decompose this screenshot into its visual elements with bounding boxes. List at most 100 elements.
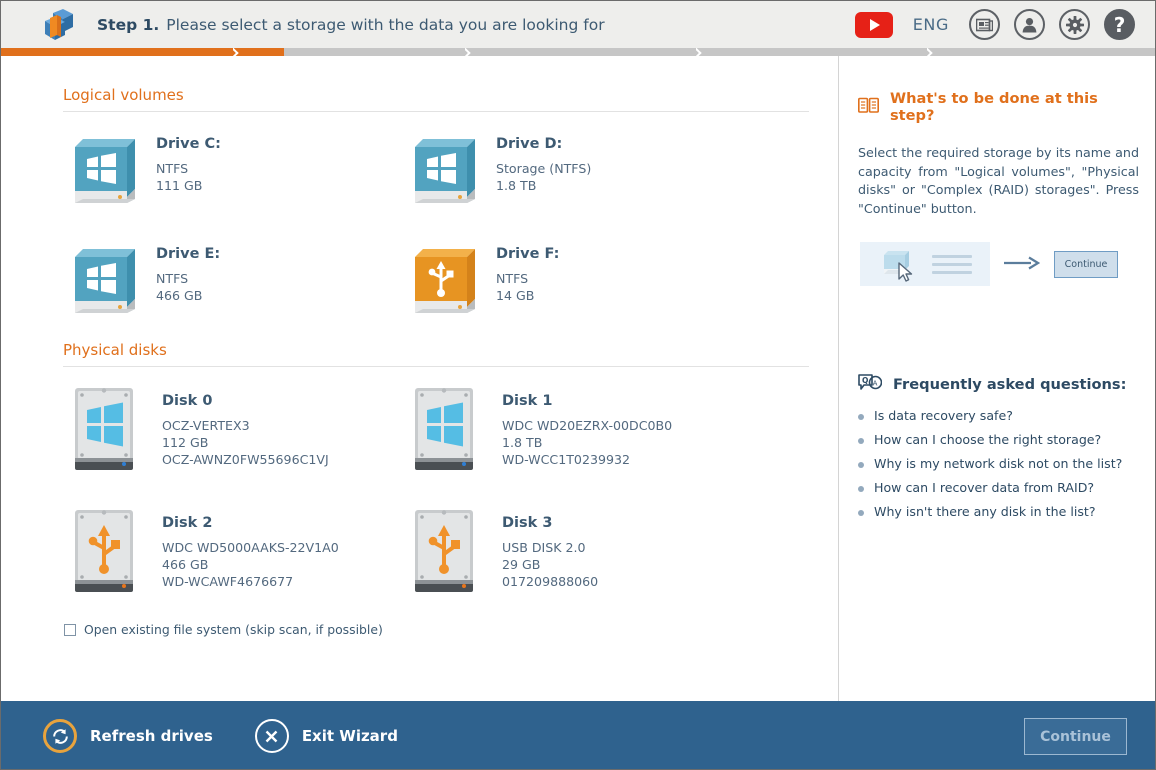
language-selector[interactable]: ENG bbox=[907, 15, 955, 34]
volume-windows-icon bbox=[67, 239, 139, 321]
disk-serial: OCZ-AWNZ0FW55696C1VJ bbox=[162, 451, 329, 468]
disk-text: Disk 2 WDC WD5000AAKS-22V1A0 466 GB WD-W… bbox=[162, 506, 339, 590]
volume-item-drive-c[interactable]: Drive C: NTFS 111 GB bbox=[63, 126, 403, 224]
disk-windows-icon bbox=[67, 384, 145, 478]
step-number: Step 1. bbox=[97, 16, 159, 34]
progress-step-divider bbox=[927, 48, 935, 56]
faq-list: Is data recovery safe? How can I choose … bbox=[858, 408, 1139, 519]
app-logo-blocks-icon bbox=[39, 5, 79, 45]
faq-item[interactable]: Why is my network disk not on the list? bbox=[858, 456, 1139, 471]
disk-item-disk-3[interactable]: Disk 3 USB DISK 2.0 29 GB 017209888060 bbox=[403, 503, 743, 613]
wizard-progress-bar bbox=[1, 48, 1156, 56]
storage-list-pane: Logical volumes bbox=[1, 56, 839, 701]
speech-bubble-qa-icon: Q A bbox=[858, 374, 882, 395]
disk-item-disk-0[interactable]: Disk 0 OCZ-VERTEX3 112 GB OCZ-AWNZ0FW556… bbox=[63, 381, 403, 491]
faq-link[interactable]: How can I choose the right storage? bbox=[874, 432, 1101, 447]
faq-item[interactable]: Is data recovery safe? bbox=[858, 408, 1139, 423]
open-book-icon bbox=[858, 97, 879, 118]
volume-text: Drive E: NTFS 466 GB bbox=[156, 239, 220, 304]
volume-text: Drive F: NTFS 14 GB bbox=[496, 239, 559, 304]
volume-item-drive-f[interactable]: Drive F: NTFS 14 GB bbox=[403, 236, 743, 334]
question-mark-icon[interactable]: ? bbox=[1104, 9, 1135, 40]
disk-windows-icon bbox=[407, 384, 485, 478]
faq-link[interactable]: Is data recovery safe? bbox=[874, 408, 1013, 423]
disk-size: 1.8 TB bbox=[502, 434, 672, 451]
user-person-icon[interactable] bbox=[1014, 9, 1045, 40]
faq-title: Frequently asked questions: bbox=[893, 376, 1126, 393]
help-glyph: ? bbox=[1114, 15, 1126, 35]
volume-fs: Storage (NTFS) bbox=[496, 160, 591, 177]
faq-item[interactable]: How can I recover data from RAID? bbox=[858, 480, 1139, 495]
mouse-cursor-icon bbox=[898, 262, 914, 286]
header-actions: ENG bbox=[855, 9, 1135, 40]
bullet-dot-icon bbox=[858, 438, 864, 444]
disk-model: USB DISK 2.0 bbox=[502, 539, 598, 556]
disk-name: Disk 1 bbox=[502, 393, 672, 409]
exit-wizard-button[interactable]: Exit Wizard bbox=[255, 719, 398, 753]
volume-windows-icon bbox=[407, 129, 479, 211]
volume-size: 1.8 TB bbox=[496, 177, 591, 194]
logical-volumes-grid: Drive C: NTFS 111 GB bbox=[63, 126, 809, 346]
bullet-dot-icon bbox=[858, 462, 864, 468]
news-card-icon[interactable] bbox=[969, 9, 1000, 40]
section-logical-volumes: Logical volumes bbox=[63, 86, 809, 346]
disk-model: OCZ-VERTEX3 bbox=[162, 417, 329, 434]
progress-step-divider bbox=[696, 48, 704, 56]
faq-item[interactable]: Why isn't there any disk in the list? bbox=[858, 504, 1139, 519]
volume-windows-icon bbox=[67, 129, 139, 211]
refresh-drives-button[interactable]: Refresh drives bbox=[43, 719, 213, 753]
faq-section-header: Q A Frequently asked questions: bbox=[858, 374, 1139, 395]
illustration-list-lines bbox=[932, 255, 972, 279]
continue-button[interactable]: Continue bbox=[1024, 718, 1127, 755]
help-section-header: What's to be done at this step? bbox=[858, 90, 1139, 124]
disk-text: Disk 3 USB DISK 2.0 29 GB 017209888060 bbox=[502, 506, 598, 590]
disk-text: Disk 0 OCZ-VERTEX3 112 GB OCZ-AWNZ0FW556… bbox=[162, 384, 329, 468]
disk-size: 466 GB bbox=[162, 556, 339, 573]
disk-serial: WD-WCC1T0239932 bbox=[502, 451, 672, 468]
open-existing-fs-label: Open existing file system (skip scan, if… bbox=[84, 622, 383, 637]
volume-fs: NTFS bbox=[496, 270, 559, 287]
volume-size: 14 GB bbox=[496, 287, 559, 304]
section-title-logical-volumes: Logical volumes bbox=[63, 86, 809, 112]
volume-fs: NTFS bbox=[156, 160, 221, 177]
physical-disks-grid: Disk 0 OCZ-VERTEX3 112 GB OCZ-AWNZ0FW556… bbox=[63, 381, 809, 625]
disk-item-disk-1[interactable]: Disk 1 WDC WD20EZRX-00DC0B0 1.8 TB WD-WC… bbox=[403, 381, 743, 491]
disk-name: Disk 0 bbox=[162, 393, 329, 409]
faq-item[interactable]: How can I choose the right storage? bbox=[858, 432, 1139, 447]
section-title-physical-disks: Physical disks bbox=[63, 341, 809, 367]
arrow-right-icon bbox=[1004, 255, 1040, 274]
faq-link[interactable]: How can I recover data from RAID? bbox=[874, 480, 1094, 495]
volume-name: Drive E: bbox=[156, 246, 220, 262]
svg-text:Q: Q bbox=[862, 376, 868, 385]
disk-usb-icon bbox=[407, 506, 485, 600]
volume-item-drive-d[interactable]: Drive D: Storage (NTFS) 1.8 TB bbox=[403, 126, 743, 224]
disk-name: Disk 3 bbox=[502, 515, 598, 531]
step-instruction: Please select a storage with the data yo… bbox=[166, 16, 604, 34]
youtube-play-icon[interactable] bbox=[855, 12, 893, 38]
help-title: What's to be done at this step? bbox=[890, 90, 1139, 124]
disk-name: Disk 2 bbox=[162, 515, 339, 531]
refresh-drives-label: Refresh drives bbox=[90, 727, 213, 745]
faq-link[interactable]: Why isn't there any disk in the list? bbox=[874, 504, 1096, 519]
disk-item-disk-2[interactable]: Disk 2 WDC WD5000AAKS-22V1A0 466 GB WD-W… bbox=[63, 503, 403, 613]
disk-serial: 017209888060 bbox=[502, 573, 598, 590]
app-header: Step 1. Please select a storage with the… bbox=[1, 1, 1156, 48]
disk-model: WDC WD20EZRX-00DC0B0 bbox=[502, 417, 672, 434]
main-content: Logical volumes bbox=[1, 56, 1156, 701]
section-physical-disks: Physical disks bbox=[63, 341, 809, 625]
volume-size: 466 GB bbox=[156, 287, 220, 304]
bullet-dot-icon bbox=[858, 486, 864, 492]
disk-serial: WD-WCAWF4676677 bbox=[162, 573, 339, 590]
faq-link[interactable]: Why is my network disk not on the list? bbox=[874, 456, 1122, 471]
volume-item-drive-e[interactable]: Drive E: NTFS 466 GB bbox=[63, 236, 403, 334]
open-existing-fs-option[interactable]: Open existing file system (skip scan, if… bbox=[64, 622, 383, 637]
volume-size: 111 GB bbox=[156, 177, 221, 194]
volume-fs: NTFS bbox=[156, 270, 220, 287]
open-existing-fs-checkbox[interactable] bbox=[64, 624, 76, 636]
disk-usb-icon bbox=[67, 506, 145, 600]
gear-icon[interactable] bbox=[1059, 9, 1090, 40]
disk-model: WDC WD5000AAKS-22V1A0 bbox=[162, 539, 339, 556]
volume-text: Drive C: NTFS 111 GB bbox=[156, 129, 221, 194]
disk-size: 112 GB bbox=[162, 434, 329, 451]
wizard-footer: Refresh drives Exit Wizard Continue bbox=[1, 701, 1156, 770]
